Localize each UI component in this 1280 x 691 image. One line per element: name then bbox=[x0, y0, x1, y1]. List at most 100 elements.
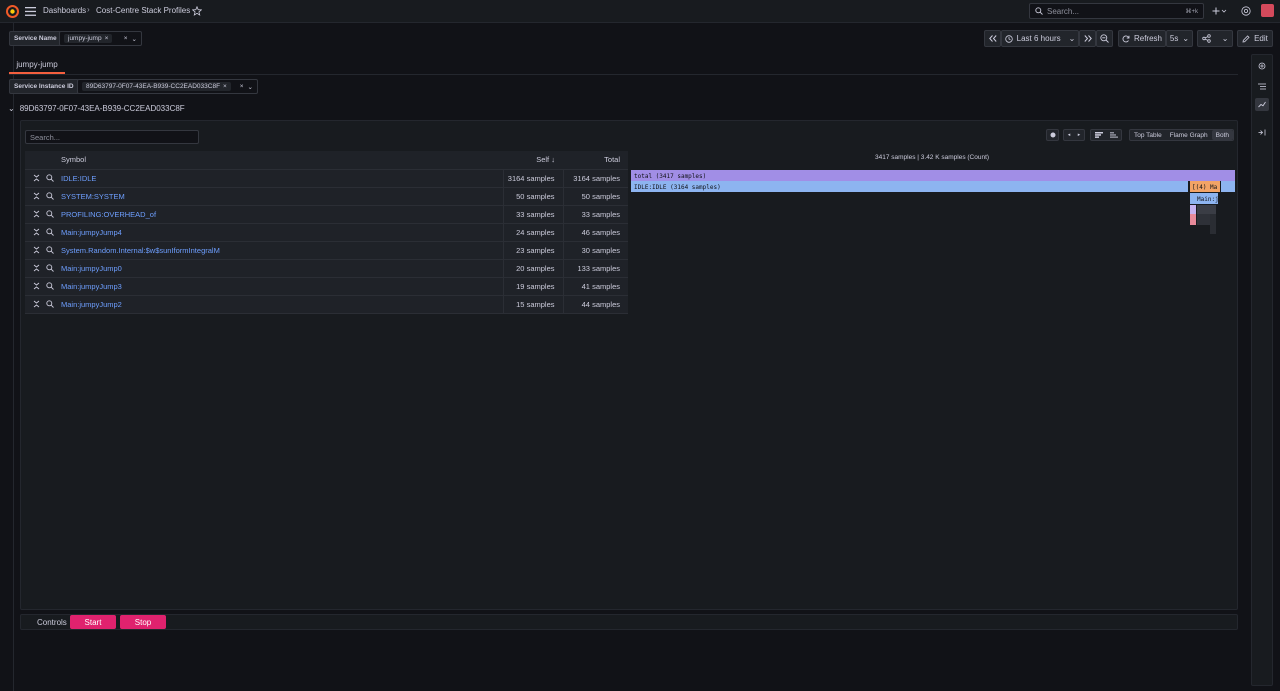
user-avatar[interactable] bbox=[1261, 4, 1274, 17]
symbol-cell[interactable]: Main:jumpyJump4 bbox=[57, 223, 503, 242]
refresh-interval-select[interactable]: 5s ⌄ bbox=[1166, 30, 1193, 47]
table-header-symbol[interactable]: Symbol bbox=[57, 151, 503, 170]
search-icon[interactable] bbox=[46, 192, 54, 200]
focus-icon[interactable] bbox=[33, 192, 40, 200]
align-left-icon[interactable]: ◂ bbox=[1068, 132, 1071, 138]
focus-icon[interactable] bbox=[33, 210, 40, 218]
row-actions bbox=[25, 241, 57, 260]
service-name-value: jumpy-jump bbox=[68, 35, 102, 42]
time-range-picker[interactable]: Last 6 hours ⌄ bbox=[1001, 30, 1079, 47]
search-icon[interactable] bbox=[46, 300, 54, 308]
focus-icon[interactable] bbox=[33, 282, 40, 290]
remove-chip-icon[interactable]: × bbox=[223, 83, 227, 90]
flame-bar-small-2[interactable] bbox=[1190, 205, 1196, 214]
flame-graph[interactable]: total (3417 samples) IDLE:IDLE (3164 samp… bbox=[630, 169, 1236, 239]
table-row[interactable]: PROFILING:OVERHEAD_of 33 samples 33 sample… bbox=[25, 205, 628, 224]
total-cell: 33 samples bbox=[562, 205, 628, 224]
focus-icon[interactable] bbox=[33, 246, 40, 254]
chevron-down-icon[interactable]: ⌄ bbox=[132, 35, 137, 43]
flame-icon[interactable] bbox=[1109, 132, 1118, 138]
settings-sidebar-icon[interactable] bbox=[1255, 98, 1269, 111]
self-cell: 20 samples bbox=[502, 259, 563, 278]
star-icon[interactable] bbox=[191, 5, 202, 16]
zoom-out-button[interactable] bbox=[1096, 30, 1113, 47]
refresh-button[interactable]: Refresh bbox=[1118, 30, 1166, 47]
flame-bar-main-child-label: Main:j bbox=[1197, 196, 1219, 203]
table-row[interactable]: Main:jumpyJump2 15 samples 44 samples bbox=[25, 295, 628, 314]
symbol-cell[interactable]: Main:jumpyJump3 bbox=[57, 277, 503, 296]
symbol-cell[interactable]: IDLE:IDLE bbox=[57, 169, 503, 188]
menu-icon[interactable] bbox=[24, 5, 37, 17]
search-icon[interactable] bbox=[46, 228, 54, 236]
symbol-cell[interactable]: System.Random.Internal:$w$sunIformIntegr… bbox=[57, 241, 503, 260]
focus-icon[interactable] bbox=[33, 174, 40, 182]
clear-icon[interactable]: × bbox=[240, 83, 244, 90]
view-top-table[interactable]: Top Table bbox=[1130, 130, 1166, 140]
text-align-toggle[interactable]: ◂ ▸ bbox=[1063, 129, 1085, 141]
service-name-select[interactable]: jumpy-jump × × ⌄ bbox=[59, 31, 142, 46]
search-icon[interactable] bbox=[46, 210, 54, 218]
global-search-input[interactable]: Search... ⌘+k bbox=[1029, 3, 1204, 19]
align-right-icon[interactable]: ▸ bbox=[1078, 132, 1081, 138]
collapse-sidebar-icon[interactable] bbox=[1255, 126, 1269, 138]
flame-bar-main-label: [(4) Ma bbox=[1192, 184, 1218, 191]
symbol-cell[interactable]: PROFILING:OVERHEAD_of bbox=[57, 205, 503, 224]
table-row[interactable]: IDLE:IDLE 3164 samples 3164 samples bbox=[25, 169, 628, 188]
flame-bar-small-1[interactable] bbox=[1221, 181, 1235, 192]
table-row[interactable]: Main:jumpyJump3 19 samples 41 samples bbox=[25, 277, 628, 296]
table-row[interactable]: System.Random.Internal:$w$sunIformIntegr… bbox=[25, 241, 628, 260]
icicle-icon[interactable] bbox=[1094, 132, 1103, 138]
flame-bar-total[interactable] bbox=[631, 170, 1235, 181]
edit-button[interactable]: Edit bbox=[1237, 30, 1273, 47]
breadcrumb-dashboards[interactable]: Dashboards bbox=[43, 6, 86, 15]
help-icon[interactable] bbox=[1240, 5, 1251, 16]
table-row[interactable]: SYSTEM:SYSTEM 50 samples 50 samples bbox=[25, 187, 628, 206]
view-both[interactable]: Both bbox=[1211, 130, 1233, 140]
search-icon[interactable] bbox=[46, 246, 54, 254]
service-instance-value: 89D63797-0F07-43EA-B939-CC2EAD033C8F bbox=[86, 83, 221, 90]
focus-icon[interactable] bbox=[33, 228, 40, 236]
view-flame-graph[interactable]: Flame Graph bbox=[1166, 130, 1212, 140]
flame-bar-small-4[interactable] bbox=[1197, 205, 1216, 214]
start-button[interactable]: Start bbox=[70, 615, 116, 629]
time-range-label: Last 6 hours bbox=[1016, 34, 1061, 43]
search-icon[interactable] bbox=[46, 264, 54, 272]
time-shift-back-button[interactable] bbox=[984, 30, 1001, 47]
time-shift-forward-button[interactable] bbox=[1079, 30, 1096, 47]
flame-bar-small-3[interactable] bbox=[1190, 214, 1196, 225]
flame-bar-small-5[interactable] bbox=[1197, 214, 1210, 225]
search-icon[interactable] bbox=[46, 282, 54, 290]
row-header[interactable]: ⌄ 89D63797-0F07-43EA-B939-CC2EAD033C8F bbox=[8, 104, 185, 113]
symbol-cell[interactable]: Main:jumpyJump0 bbox=[57, 259, 503, 278]
grafana-logo-icon[interactable] bbox=[5, 4, 19, 18]
table-header-total[interactable]: Total bbox=[563, 151, 628, 170]
stop-button[interactable]: Stop bbox=[120, 615, 166, 629]
table-header-self[interactable]: Self ↓ bbox=[503, 151, 563, 170]
controls-label: Controls bbox=[37, 618, 67, 627]
sort-desc-icon: ↓ bbox=[551, 155, 555, 165]
table-row[interactable]: Main:jumpyJump4 24 samples 46 samples bbox=[25, 223, 628, 242]
symbol-cell[interactable]: SYSTEM:SYSTEM bbox=[57, 187, 503, 206]
service-name-chip: jumpy-jump × bbox=[64, 34, 113, 43]
remove-chip-icon[interactable]: × bbox=[105, 35, 109, 42]
service-instance-select[interactable]: 89D63797-0F07-43EA-B939-CC2EAD033C8F × ×… bbox=[77, 79, 258, 94]
focus-icon[interactable] bbox=[33, 300, 40, 308]
outline-icon[interactable] bbox=[1255, 80, 1269, 92]
chevron-down-icon: ⌄ bbox=[1182, 34, 1190, 43]
color-scheme-button[interactable] bbox=[1046, 129, 1059, 141]
chevron-down-icon[interactable]: ⌄ bbox=[248, 83, 253, 91]
table-row[interactable]: Main:jumpyJump0 20 samples 133 samples bbox=[25, 259, 628, 278]
symbol-cell[interactable]: Main:jumpyJump2 bbox=[57, 295, 503, 314]
search-icon[interactable] bbox=[46, 174, 54, 182]
flame-bar-small-6[interactable] bbox=[1210, 214, 1216, 234]
share-button[interactable]: ⌄ bbox=[1197, 30, 1233, 47]
clear-icon[interactable]: × bbox=[124, 35, 128, 42]
add-new-icon[interactable] bbox=[1211, 5, 1229, 17]
focus-icon[interactable] bbox=[33, 264, 40, 272]
view-mode-toggle[interactable]: Top Table Flame Graph Both bbox=[1129, 129, 1234, 141]
panel-search-input[interactable]: Search... bbox=[25, 130, 199, 144]
flame-orientation-toggle[interactable] bbox=[1090, 129, 1122, 141]
tab-jumpy-jump[interactable]: jumpy-jump bbox=[9, 57, 65, 74]
add-panel-icon[interactable] bbox=[1255, 60, 1269, 72]
chevrons-left-icon bbox=[988, 35, 997, 42]
